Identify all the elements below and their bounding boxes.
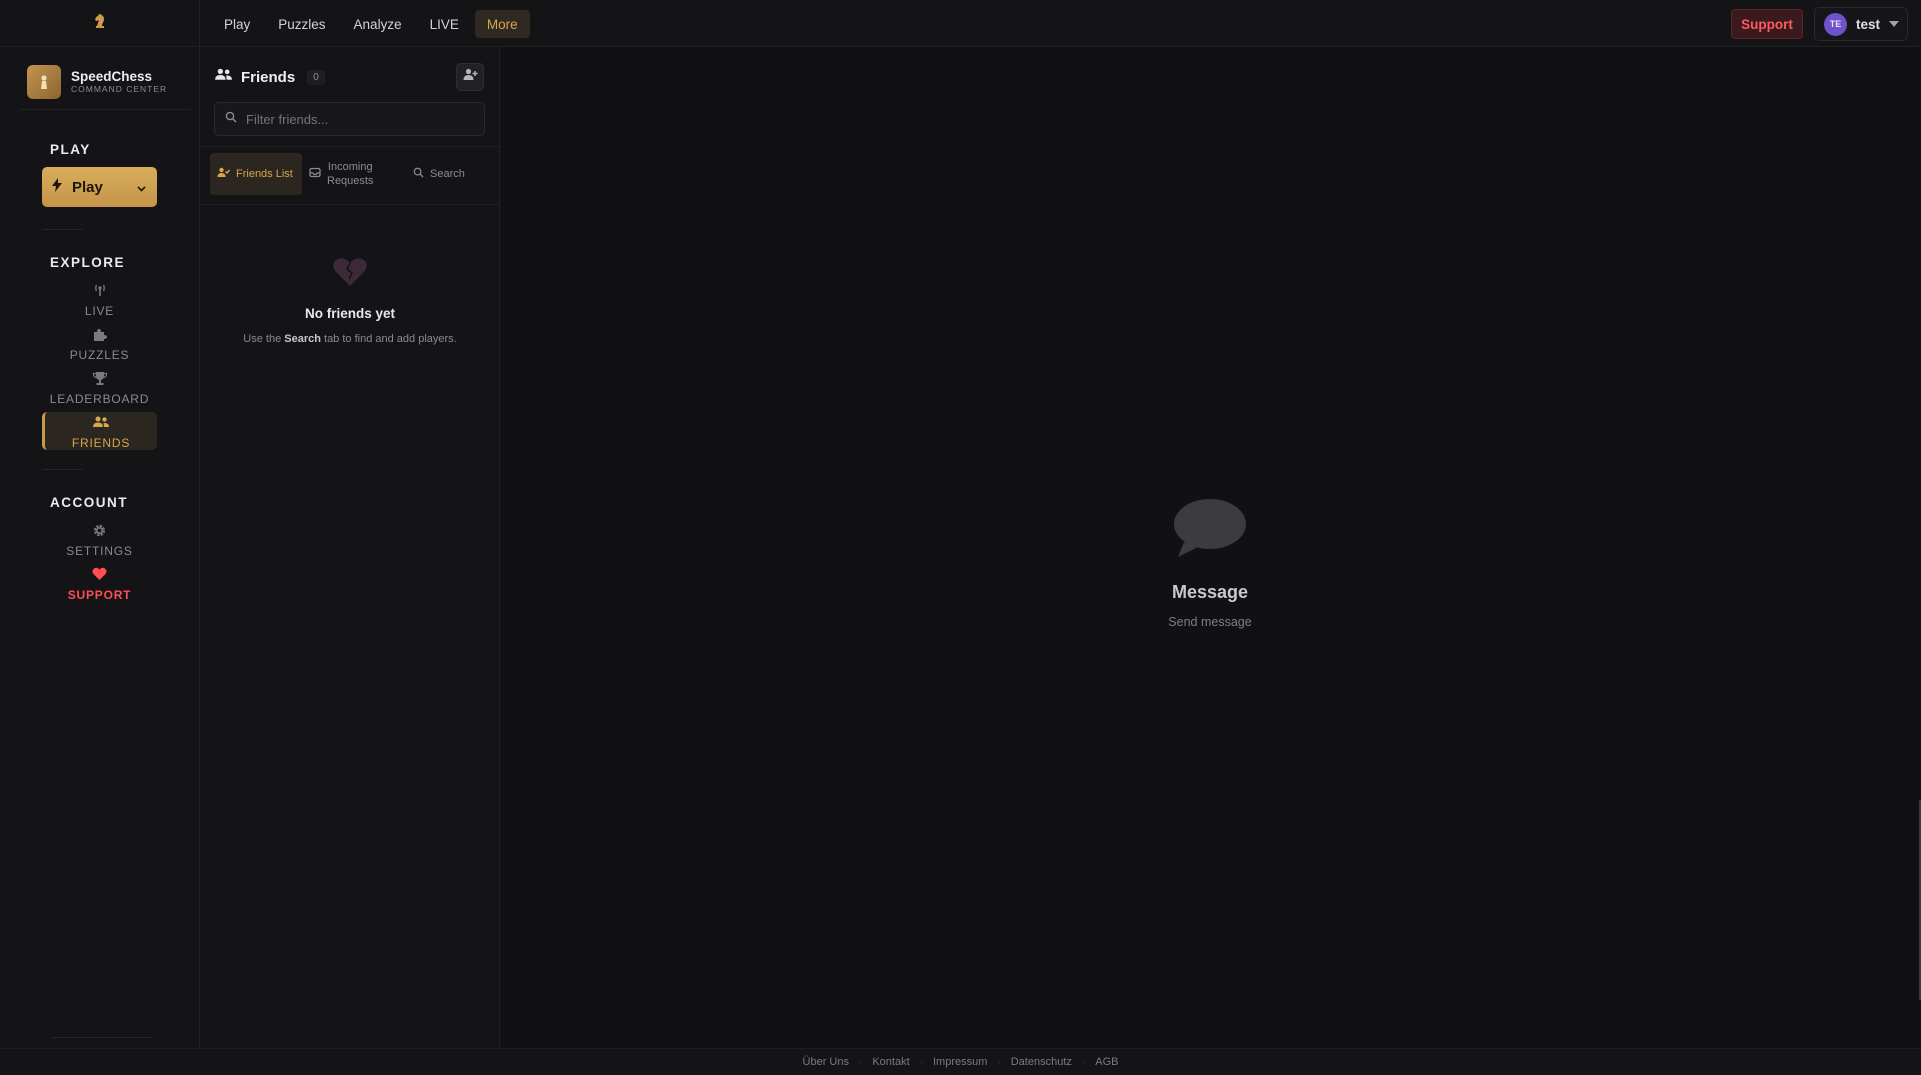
search-icon	[225, 110, 237, 128]
sidebar: SpeedChess COMMAND CENTER PLAY Play EXPL…	[0, 47, 200, 1048]
sidebar-item-label: PUZZLES	[69, 348, 130, 362]
main-content: Message Send message	[501, 47, 1921, 1048]
empty-desc-text: tab to find and add players.	[320, 333, 457, 345]
nav-play[interactable]: Play	[212, 10, 262, 38]
sidebar-item-label: LEADERBOARD	[49, 392, 150, 406]
tab-search[interactable]: Search	[406, 153, 472, 195]
tab-label: Friends List	[236, 168, 293, 180]
footer-link-datenschutz[interactable]: Datenschutz	[1011, 1056, 1072, 1068]
nav-analyze[interactable]: Analyze	[342, 10, 414, 38]
empty-desc-text: Use the	[243, 333, 285, 345]
brand-subtitle: COMMAND CENTER	[71, 84, 168, 94]
separator-dot: ·	[1081, 1056, 1086, 1068]
divider	[42, 469, 82, 470]
inbox-icon	[309, 167, 321, 181]
friends-panel: Friends 0 Friends List Incoming Requests	[200, 47, 500, 1048]
users-icon	[92, 412, 110, 432]
add-friend-button[interactable]	[456, 63, 484, 91]
separator-dot: ·	[997, 1056, 1001, 1068]
filter-friends-field[interactable]	[214, 102, 485, 136]
section-title-explore: EXPLORE	[50, 255, 126, 270]
footer-link-agb[interactable]: AGB	[1095, 1056, 1118, 1068]
sidebar-item-leaderboard[interactable]: LEADERBOARD	[42, 368, 157, 406]
separator-dot: ·	[919, 1056, 923, 1068]
tab-friends-list[interactable]: Friends List	[210, 153, 302, 195]
brand-logo-icon	[27, 65, 61, 99]
brand-name: SpeedChess	[71, 69, 153, 84]
divider	[52, 1037, 152, 1038]
nav-puzzles[interactable]: Puzzles	[266, 10, 337, 38]
top-nav: Play Puzzles Analyze LIVE More	[212, 10, 530, 38]
puzzle-icon	[92, 324, 107, 344]
footer-link-impressum[interactable]: Impressum	[933, 1056, 987, 1068]
divider	[200, 146, 500, 147]
caret-down-icon	[1889, 21, 1900, 27]
sidebar-item-puzzles[interactable]: PUZZLES	[42, 324, 157, 362]
footer-link-kontakt[interactable]: Kontakt	[872, 1056, 909, 1068]
sidebar-item-friends[interactable]: FRIENDS	[42, 412, 157, 450]
broadcast-icon	[92, 280, 108, 300]
empty-desc-search: Search	[284, 333, 321, 345]
search-icon	[413, 167, 424, 181]
user-plus-icon	[463, 68, 478, 86]
trophy-icon	[92, 368, 108, 388]
play-button[interactable]: Play	[42, 167, 157, 207]
logo-cell	[0, 0, 200, 47]
lightning-icon	[52, 178, 62, 196]
sidebar-item-settings[interactable]: SETTINGS	[42, 520, 157, 558]
sidebar-item-label: LIVE	[84, 304, 115, 318]
message-subtitle: Send message	[1168, 615, 1252, 629]
footer: Über Uns · Kontakt · Impressum · Datensc…	[0, 1048, 1921, 1075]
tab-label-line: Incoming	[327, 161, 373, 173]
play-button-label: Play	[72, 178, 103, 196]
divider	[200, 204, 500, 205]
nav-more[interactable]: More	[474, 10, 530, 38]
sidebar-item-label: SETTINGS	[66, 544, 133, 558]
nav-live[interactable]: LIVE	[418, 10, 471, 38]
chat-bubble-icon	[1172, 499, 1248, 563]
tab-label: Incoming Requests	[327, 160, 373, 188]
section-title-account: ACCOUNT	[50, 495, 128, 510]
brand[interactable]: SpeedChess COMMAND CENTER	[27, 65, 167, 99]
knight-logo-icon[interactable]	[93, 13, 107, 34]
sidebar-item-label: SUPPORT	[67, 588, 132, 602]
user-name: test	[1856, 16, 1881, 32]
tab-incoming-requests[interactable]: Incoming Requests	[302, 153, 402, 195]
heart-icon	[92, 564, 107, 584]
separator-dot: ·	[858, 1056, 863, 1068]
message-empty-state: Message Send message	[501, 497, 1919, 629]
chevron-down-icon[interactable]	[136, 181, 147, 198]
filter-friends-input[interactable]	[246, 111, 466, 127]
tab-label: Search	[430, 168, 465, 180]
broken-heart-icon	[332, 258, 368, 291]
avatar: TE	[1824, 12, 1847, 36]
divider	[20, 109, 190, 110]
sidebar-item-label: FRIENDS	[71, 436, 131, 450]
friends-count-badge: 0	[307, 69, 325, 85]
gear-icon	[92, 520, 107, 540]
friends-empty-state: No friends yet Use the Search tab to fin…	[200, 257, 500, 345]
footer-link-ueber-uns[interactable]: Über Uns	[803, 1056, 849, 1068]
divider	[42, 229, 82, 230]
friends-tabs: Friends List Incoming Requests Search	[210, 153, 472, 195]
top-bar: Play Puzzles Analyze LIVE More Support T…	[0, 0, 1921, 47]
user-menu-button[interactable]: TE test	[1814, 7, 1908, 41]
friends-title: Friends	[241, 68, 296, 86]
section-title-play: PLAY	[50, 142, 91, 157]
empty-title: No friends yet	[304, 306, 396, 321]
users-icon	[214, 67, 233, 87]
message-title: Message	[1171, 582, 1249, 602]
support-button[interactable]: Support	[1731, 9, 1803, 39]
sidebar-item-support[interactable]: SUPPORT	[42, 564, 157, 602]
friends-header: Friends 0	[214, 67, 325, 87]
user-check-icon	[217, 167, 231, 181]
tab-label-line: Requests	[327, 175, 374, 187]
empty-description: Use the Search tab to find and add playe…	[200, 333, 500, 345]
sidebar-item-live[interactable]: LIVE	[42, 280, 157, 318]
